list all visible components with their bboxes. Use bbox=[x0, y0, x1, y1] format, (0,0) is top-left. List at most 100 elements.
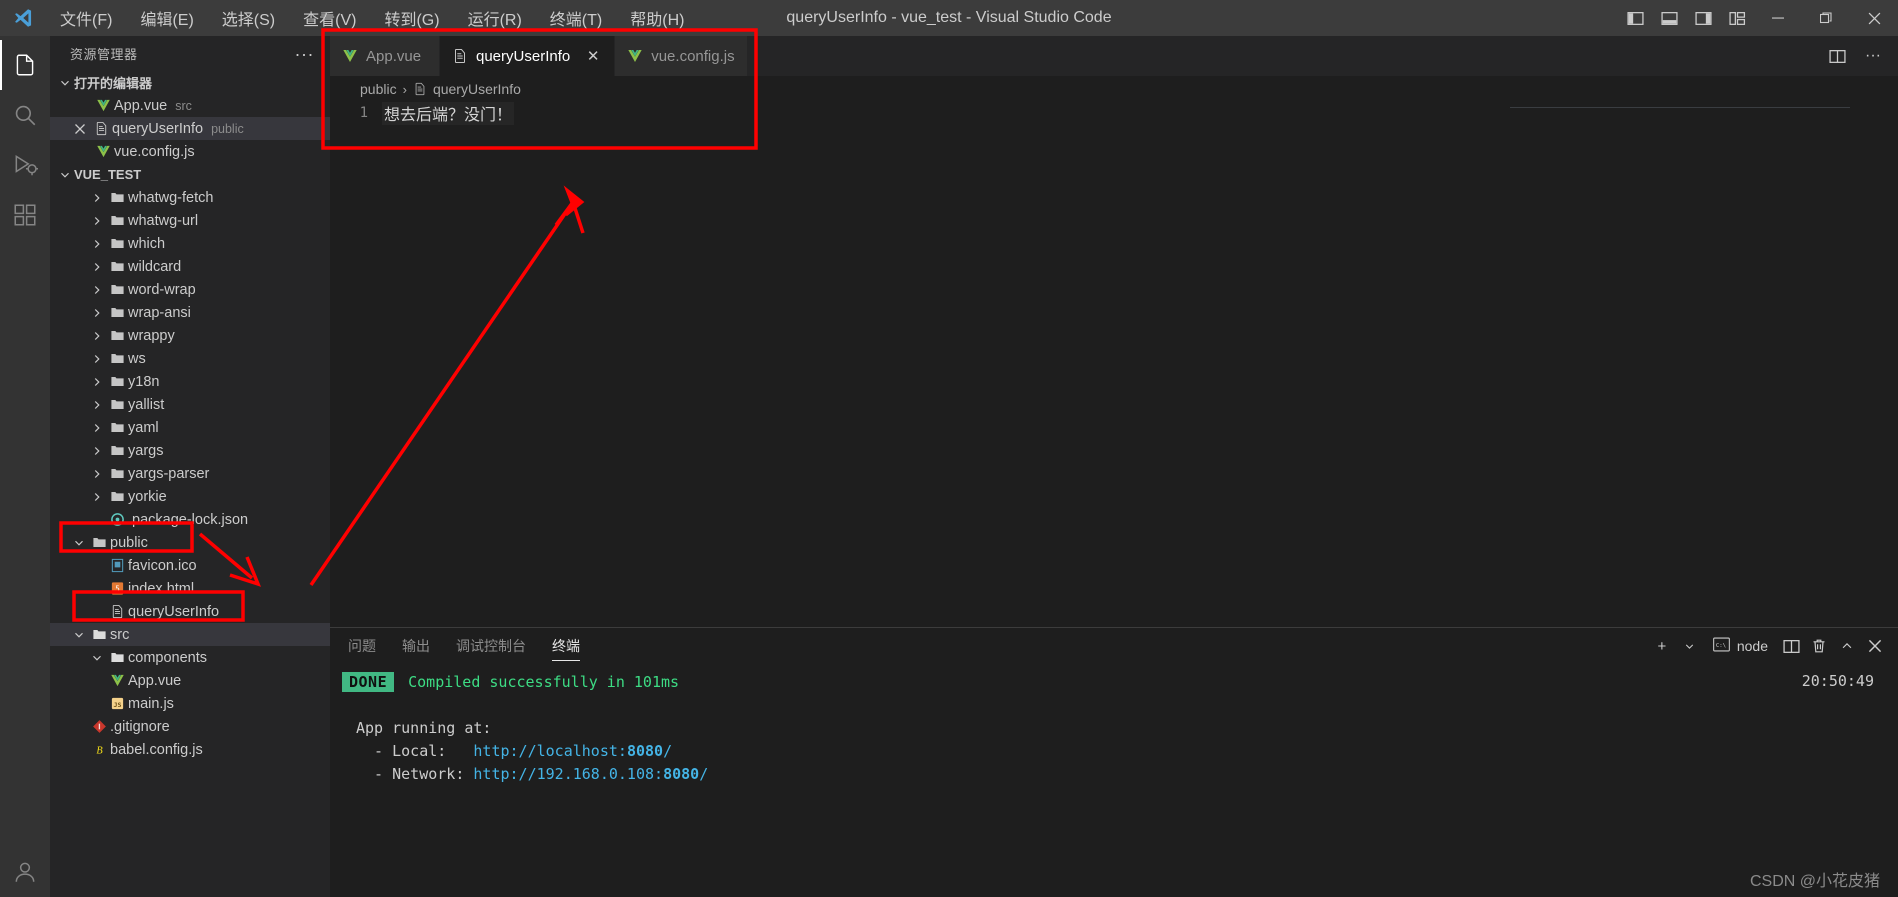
new-terminal-button[interactable]: + bbox=[1649, 632, 1675, 660]
kill-terminal-icon[interactable] bbox=[1806, 632, 1832, 660]
tab-queryuserinfo[interactable]: queryUserInfo ✕ bbox=[440, 36, 616, 76]
new-terminal-dropdown-icon[interactable] bbox=[1677, 632, 1703, 660]
menu-item-go[interactable]: 转到(G) bbox=[370, 2, 453, 34]
activity-extensions-icon[interactable] bbox=[0, 190, 50, 240]
panel-tab-output[interactable]: 输出 bbox=[402, 628, 430, 664]
panel-tab-terminal[interactable]: 终端 bbox=[552, 628, 580, 664]
editor-more-actions-icon[interactable]: ··· bbox=[1860, 42, 1886, 70]
code-editor[interactable]: 1 想去后端？没门！ bbox=[330, 102, 1898, 627]
activity-accounts-icon[interactable] bbox=[0, 847, 50, 897]
tree-file-row[interactable]: 5 index.html bbox=[50, 577, 330, 600]
collapse-panel-icon[interactable] bbox=[1834, 632, 1860, 660]
activity-search-icon[interactable] bbox=[0, 90, 50, 140]
network-port[interactable]: 8080 bbox=[663, 765, 699, 783]
chevron-right-icon bbox=[88, 352, 106, 366]
folder-icon bbox=[106, 213, 128, 228]
minimize-button[interactable] bbox=[1754, 0, 1802, 36]
section-open-editors[interactable]: 打开的编辑器 bbox=[50, 71, 330, 94]
menu-item-view[interactable]: 查看(V) bbox=[289, 2, 370, 34]
menu-item-help[interactable]: 帮助(H) bbox=[616, 2, 698, 34]
tree-folder-row[interactable]: y18n bbox=[50, 370, 330, 393]
activity-run-debug-icon[interactable] bbox=[0, 140, 50, 190]
maximize-button[interactable] bbox=[1802, 0, 1850, 36]
vue-icon bbox=[342, 48, 358, 64]
chevron-down-icon bbox=[56, 168, 74, 182]
open-editor-vue-config[interactable]: vue.config.js bbox=[50, 140, 330, 163]
local-label: - Local: bbox=[356, 741, 474, 760]
chevron-right-icon bbox=[88, 375, 106, 389]
chevron-down-icon bbox=[88, 651, 106, 665]
menu-item-selection[interactable]: 选择(S) bbox=[208, 2, 289, 34]
folder-icon bbox=[88, 535, 110, 550]
menu-item-run[interactable]: 运行(R) bbox=[454, 2, 536, 34]
tree-file-row[interactable]: favicon.ico bbox=[50, 554, 330, 577]
breadcrumb-folder[interactable]: public bbox=[360, 81, 397, 97]
tab-app-vue[interactable]: App.vue bbox=[330, 36, 440, 76]
tree-folder-row[interactable]: yargs-parser bbox=[50, 462, 330, 485]
tree-folder-row[interactable]: yallist bbox=[50, 393, 330, 416]
panel-tab-debug-console[interactable]: 调试控制台 bbox=[456, 628, 526, 664]
toggle-panel-icon[interactable] bbox=[1652, 0, 1686, 36]
tree-file-row[interactable]: .gitignore bbox=[50, 715, 330, 738]
tree-folder-row[interactable]: public bbox=[50, 531, 330, 554]
tree-item-label: favicon.ico bbox=[128, 557, 197, 574]
file-icon bbox=[452, 48, 468, 64]
open-editor-queryuserinfo[interactable]: queryUserInfo public bbox=[50, 117, 330, 140]
split-terminal-icon[interactable] bbox=[1778, 632, 1804, 660]
local-url-suffix[interactable]: / bbox=[663, 742, 672, 760]
terminal-output[interactable]: 20:50:49 DONE Compiled successfully in 1… bbox=[330, 664, 1898, 897]
tree-folder-row[interactable]: wrappy bbox=[50, 324, 330, 347]
network-url-suffix[interactable]: / bbox=[699, 765, 708, 783]
explorer-sidebar: 资源管理器 ··· 打开的编辑器 App.vue src queryUserIn… bbox=[50, 36, 330, 897]
sidebar-more-actions-icon[interactable]: ··· bbox=[289, 45, 320, 63]
split-editor-icon[interactable] bbox=[1824, 42, 1850, 70]
menu-item-file[interactable]: 文件(F) bbox=[46, 2, 126, 34]
toggle-primary-sidebar-icon[interactable] bbox=[1618, 0, 1652, 36]
tree-folder-row[interactable]: which bbox=[50, 232, 330, 255]
sidebar-title: 资源管理器 ··· bbox=[50, 36, 330, 71]
local-url-prefix[interactable]: http://localhost: bbox=[473, 742, 627, 760]
terminal-clock: 20:50:49 bbox=[1801, 672, 1874, 690]
tree-folder-row[interactable]: src bbox=[50, 623, 330, 646]
activity-explorer-icon[interactable] bbox=[0, 40, 50, 90]
tree-item-label: index.html bbox=[128, 580, 195, 597]
local-port[interactable]: 8080 bbox=[627, 742, 663, 760]
breadcrumb-file[interactable]: queryUserInfo bbox=[433, 81, 521, 97]
close-panel-icon[interactable] bbox=[1862, 632, 1888, 660]
tree-item-label: ws bbox=[128, 350, 146, 367]
close-editor-icon[interactable] bbox=[70, 123, 90, 135]
tree-folder-row[interactable]: wrap-ansi bbox=[50, 301, 330, 324]
tree-folder-row[interactable]: word-wrap bbox=[50, 278, 330, 301]
tab-close-icon[interactable]: ✕ bbox=[584, 47, 602, 65]
tree-folder-row[interactable]: whatwg-url bbox=[50, 209, 330, 232]
tree-folder-row[interactable]: whatwg-fetch bbox=[50, 186, 330, 209]
section-vue-test[interactable]: VUE_TEST bbox=[50, 163, 330, 186]
close-button[interactable] bbox=[1850, 0, 1898, 36]
folder-icon bbox=[106, 190, 128, 205]
file-tree: whatwg-fetch whatwg-url which wildcard word-… bbox=[50, 186, 330, 897]
tree-folder-row[interactable]: yargs bbox=[50, 439, 330, 462]
tree-folder-row[interactable]: components bbox=[50, 646, 330, 669]
menu-item-edit[interactable]: 编辑(E) bbox=[126, 2, 207, 34]
tree-file-row[interactable]: Bbabel.config.js bbox=[50, 738, 330, 761]
tree-file-row[interactable]: queryUserInfo bbox=[50, 600, 330, 623]
toggle-secondary-sidebar-icon[interactable] bbox=[1686, 0, 1720, 36]
tree-folder-row[interactable]: wildcard bbox=[50, 255, 330, 278]
tree-item-label: main.js bbox=[128, 695, 174, 712]
chevron-right-icon bbox=[88, 421, 106, 435]
tree-file-row[interactable]: .package-lock.json bbox=[50, 508, 330, 531]
tree-folder-row[interactable]: ws bbox=[50, 347, 330, 370]
tree-folder-row[interactable]: yaml bbox=[50, 416, 330, 439]
tree-folder-row[interactable]: yorkie bbox=[50, 485, 330, 508]
svg-text:JS: JS bbox=[113, 701, 121, 709]
tree-item-label: wildcard bbox=[128, 258, 182, 275]
tab-vue-config-js[interactable]: vue.config.js bbox=[615, 36, 748, 76]
panel-tab-problems[interactable]: 问题 bbox=[348, 628, 376, 664]
open-editor-app-vue[interactable]: App.vue src bbox=[50, 94, 330, 117]
tree-file-row[interactable]: JS main.js bbox=[50, 692, 330, 715]
terminal-shell-selector[interactable]: C:\ node bbox=[1705, 632, 1776, 660]
network-url-prefix[interactable]: http://192.168.0.108: bbox=[473, 765, 663, 783]
tree-file-row[interactable]: App.vue bbox=[50, 669, 330, 692]
menu-item-terminal[interactable]: 终端(T) bbox=[536, 2, 616, 34]
customize-layout-icon[interactable] bbox=[1720, 0, 1754, 36]
